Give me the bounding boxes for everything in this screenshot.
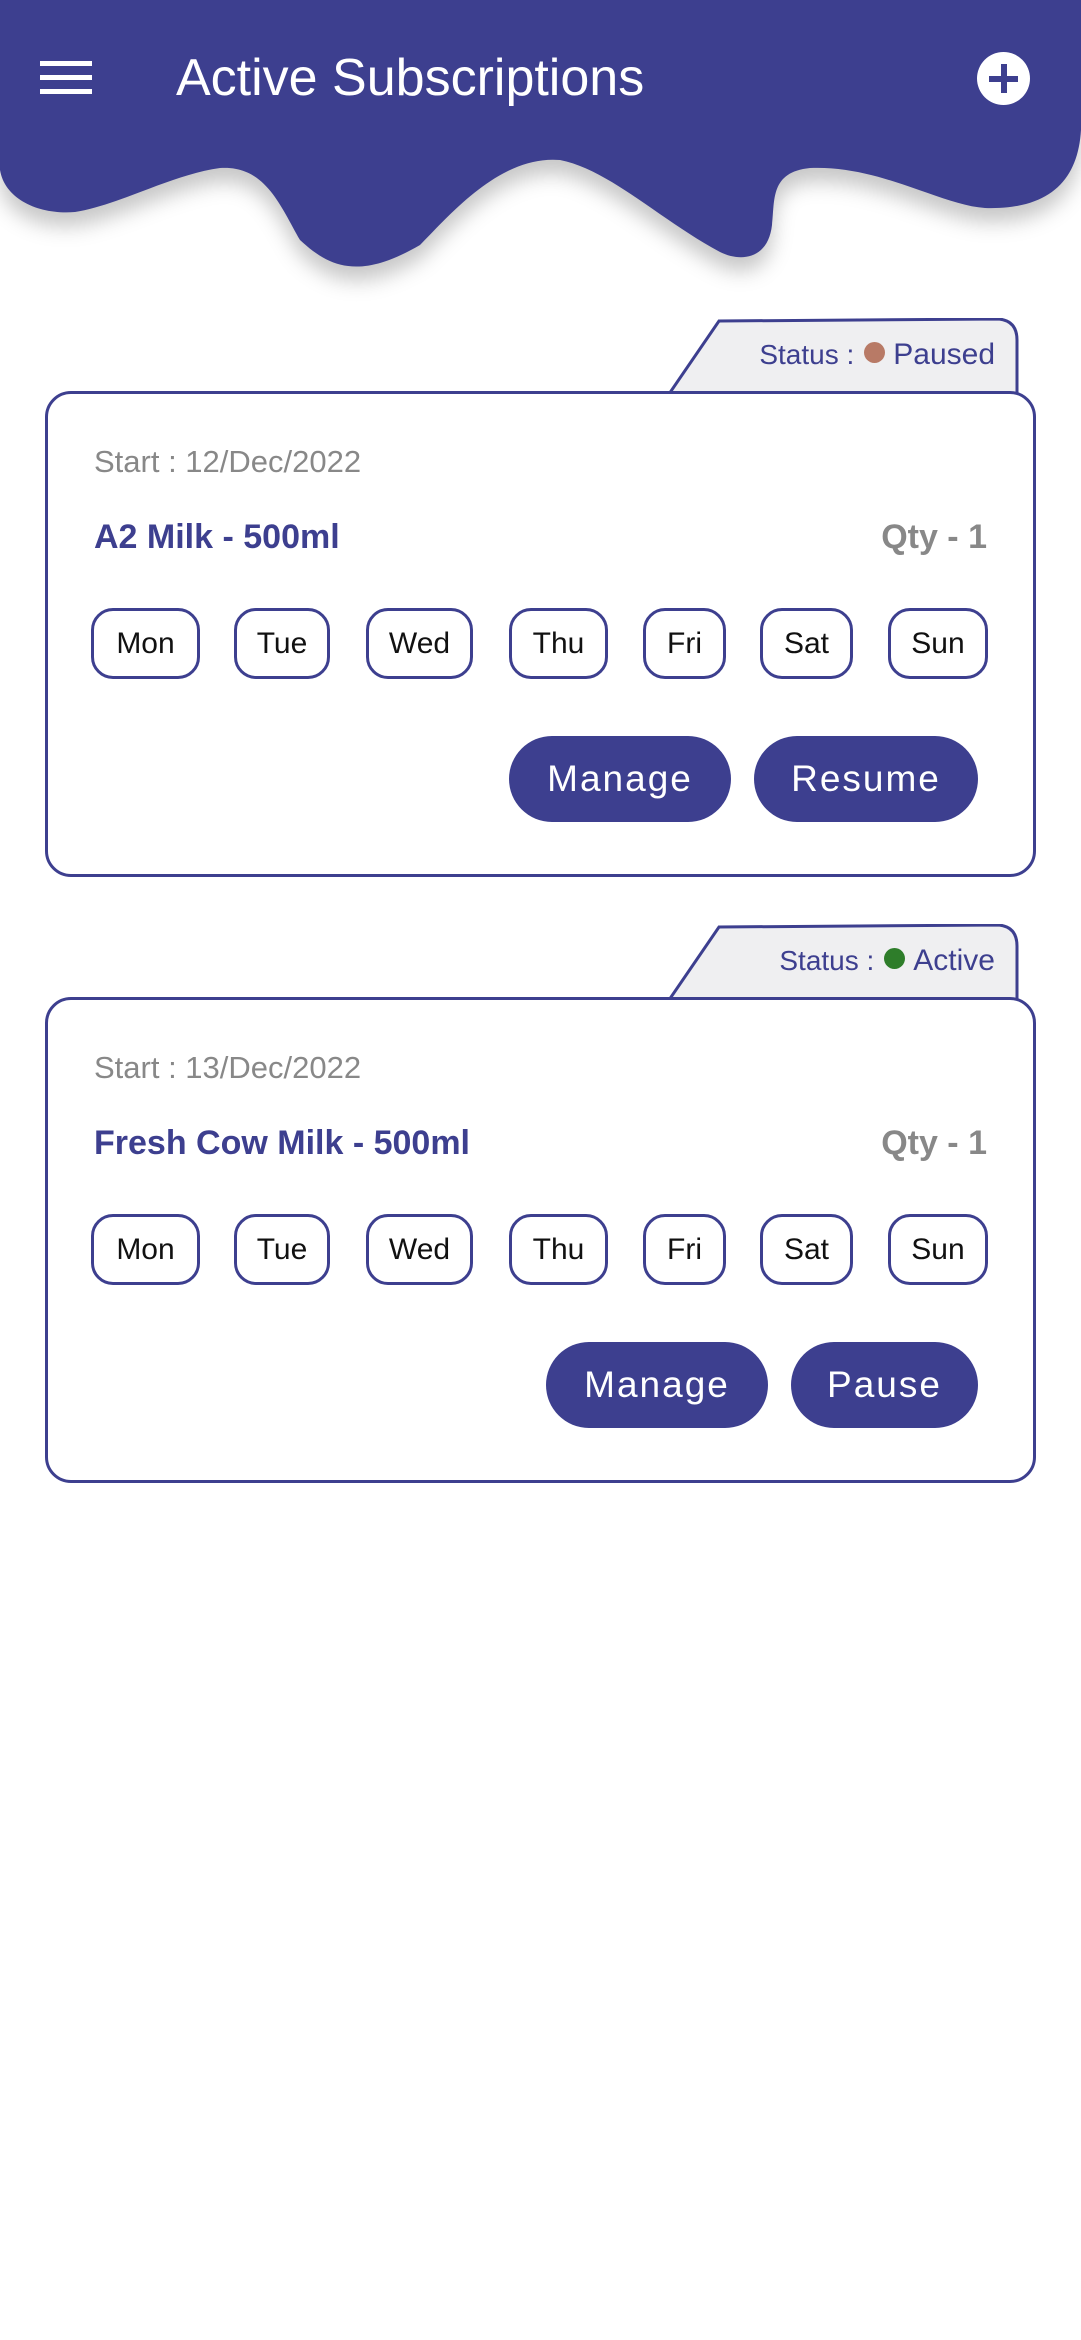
- subscription-card: Start : 13/Dec/2022 Fresh Cow Milk - 500…: [45, 997, 1036, 1483]
- day-fri[interactable]: Fri: [643, 1214, 726, 1285]
- product-name: A2 Milk - 500ml: [94, 518, 340, 556]
- day-tue[interactable]: Tue: [234, 608, 330, 679]
- day-thu[interactable]: Thu: [509, 608, 608, 679]
- paused-status-dot-icon: [864, 342, 886, 363]
- day-sun[interactable]: Sun: [888, 1214, 988, 1285]
- manage-button[interactable]: Manage: [546, 1342, 768, 1428]
- manage-button[interactable]: Manage: [509, 736, 731, 822]
- status-value: Active: [913, 944, 995, 977]
- day-sat[interactable]: Sat: [760, 608, 853, 679]
- page-title: Active Subscriptions: [176, 49, 645, 107]
- status-badge: Status : Active: [779, 944, 995, 978]
- status-value: Paused: [893, 338, 995, 371]
- day-wed[interactable]: Wed: [366, 608, 473, 679]
- quantity: Qty - 1: [881, 1124, 987, 1162]
- quantity: Qty - 1: [881, 518, 987, 556]
- status-tab: Status : Paused: [669, 318, 1019, 396]
- pause-button[interactable]: Pause: [791, 1342, 978, 1428]
- status-label: Status :: [759, 339, 855, 370]
- resume-button[interactable]: Resume: [754, 736, 978, 822]
- header-wave-background: [0, 0, 1081, 267]
- day-sun[interactable]: Sun: [888, 608, 988, 679]
- hamburger-menu-icon[interactable]: [40, 61, 92, 95]
- day-mon[interactable]: Mon: [91, 1214, 200, 1285]
- day-thu[interactable]: Thu: [509, 1214, 608, 1285]
- add-subscription-plus-icon[interactable]: [977, 52, 1030, 105]
- status-tab: Status : Active: [669, 924, 1019, 1002]
- day-fri[interactable]: Fri: [643, 608, 726, 679]
- app-header: Active Subscriptions: [0, 0, 1081, 290]
- day-wed[interactable]: Wed: [366, 1214, 473, 1285]
- day-mon[interactable]: Mon: [91, 608, 200, 679]
- subscription-card: Start : 12/Dec/2022 A2 Milk - 500ml Qty …: [45, 391, 1036, 877]
- status-label: Status :: [779, 945, 875, 976]
- start-date: Start : 13/Dec/2022: [94, 1050, 362, 1085]
- active-status-dot-icon: [884, 948, 906, 969]
- start-date: Start : 12/Dec/2022: [94, 444, 362, 479]
- product-name: Fresh Cow Milk - 500ml: [94, 1124, 470, 1162]
- day-sat[interactable]: Sat: [760, 1214, 853, 1285]
- status-badge: Status : Paused: [759, 338, 995, 372]
- day-tue[interactable]: Tue: [234, 1214, 330, 1285]
